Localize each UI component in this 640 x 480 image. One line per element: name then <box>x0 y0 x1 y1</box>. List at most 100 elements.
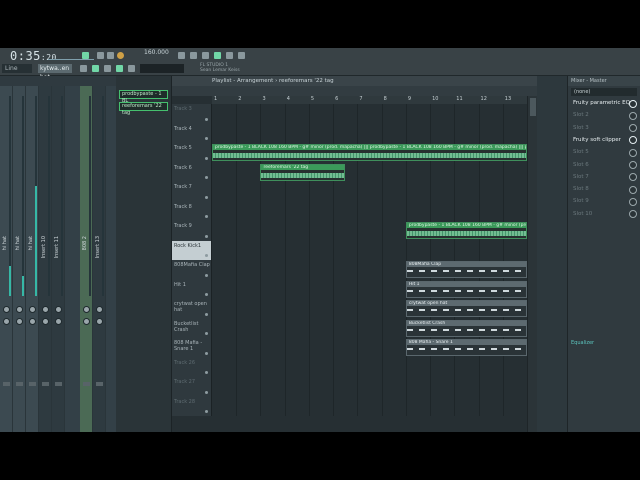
track-mute-icon[interactable] <box>205 332 208 335</box>
route-button[interactable] <box>55 382 62 386</box>
track-header[interactable]: Track 3 <box>172 104 212 124</box>
track-mute-icon[interactable] <box>205 156 208 160</box>
scroll-thumb[interactable] <box>530 98 536 116</box>
step-edit-icon[interactable] <box>226 52 233 59</box>
track-lane[interactable] <box>212 182 527 202</box>
track-header[interactable]: 808 Mafia - Snare 1 <box>172 338 212 358</box>
mix-level-knob[interactable] <box>629 185 637 194</box>
pan-knob[interactable] <box>96 306 103 313</box>
pan-knob[interactable] <box>83 306 90 313</box>
fx-slot[interactable]: Fruity soft clipper <box>570 135 639 146</box>
track-header[interactable]: Track 7 <box>172 182 212 202</box>
track-mute-icon[interactable] <box>205 137 208 140</box>
track-header[interactable]: Track 8 <box>172 201 212 221</box>
pattern-clip[interactable]: 808 Mafia - Snare 1 <box>405 339 527 356</box>
route-button[interactable] <box>29 382 36 386</box>
stop-icon[interactable] <box>107 52 114 59</box>
pan-knob[interactable] <box>16 306 23 313</box>
track-mute-icon[interactable] <box>205 176 208 179</box>
stereo-knob[interactable] <box>3 318 10 325</box>
track-mute-icon[interactable] <box>205 273 208 277</box>
stereo-knob[interactable] <box>55 318 62 325</box>
blend-icon[interactable] <box>238 52 245 59</box>
snap-selector[interactable]: Line <box>2 64 32 73</box>
mixer-strip[interactable]: Insert 13 <box>93 86 106 432</box>
track-mute-icon[interactable] <box>205 351 208 355</box>
mixer-strip[interactable]: 808 2 <box>80 86 93 432</box>
wait-icon[interactable] <box>202 52 209 59</box>
loop-record-icon[interactable] <box>214 52 221 59</box>
stereo-knob[interactable] <box>42 318 49 325</box>
fx-slot[interactable]: Slot 2 <box>570 110 639 121</box>
pan-knob[interactable] <box>29 306 36 313</box>
track-lane[interactable]: crytwat open hat <box>212 299 527 319</box>
track-mute-icon[interactable] <box>205 215 208 218</box>
channel-rack-view-icon[interactable] <box>116 65 123 72</box>
route-button[interactable] <box>42 382 49 386</box>
metronome-icon[interactable] <box>178 52 185 59</box>
stereo-knob[interactable] <box>16 318 23 325</box>
fx-slot[interactable]: Slot 9 <box>570 196 639 207</box>
track-mute-icon[interactable] <box>205 371 208 374</box>
track-mute-icon[interactable] <box>205 254 208 257</box>
track-header[interactable]: Hit 1 <box>172 279 212 299</box>
fx-slot[interactable]: Slot 8 <box>570 184 639 195</box>
stereo-knob[interactable] <box>29 318 36 325</box>
track-mute-icon[interactable] <box>205 312 208 316</box>
mix-level-knob[interactable] <box>629 148 637 157</box>
playlist-title-bar[interactable]: Playlist - Arrangement › reeforemars '22… <box>172 76 538 86</box>
track-lane[interactable] <box>212 357 527 377</box>
track-mute-icon[interactable] <box>205 195 208 199</box>
track-header[interactable]: Track 9 <box>172 221 212 241</box>
pan-knob[interactable] <box>3 306 10 313</box>
track-lane[interactable]: 808Mafia Clap <box>212 260 527 280</box>
playlist-current-pattern[interactable]: reeforemars '22 tag <box>279 78 334 84</box>
mix-level-knob[interactable] <box>629 111 637 120</box>
track-header[interactable]: crytwat open hat <box>172 299 212 319</box>
pattern-clip[interactable]: crytwat open hat <box>405 300 527 317</box>
route-button[interactable] <box>3 382 10 386</box>
fx-slot[interactable]: Slot 6 <box>570 160 639 171</box>
pan-knob[interactable] <box>55 306 62 313</box>
stereo-knob[interactable] <box>96 318 103 325</box>
track-header[interactable]: Track 26 <box>172 357 212 377</box>
track-lane[interactable]: Bucketlist Crash <box>212 318 527 338</box>
mixer-view-icon[interactable] <box>80 65 87 72</box>
audio-clip[interactable]: prodbypaste - 1 BLACK 108 160 BPM - g# m… <box>405 222 527 239</box>
mixer-strip[interactable]: Insert 10 <box>39 86 52 432</box>
mix-level-knob[interactable] <box>629 99 637 108</box>
track-lane[interactable]: reeforemars '22 tag <box>212 162 527 182</box>
fx-slot[interactable]: Slot 10 <box>570 209 639 220</box>
track-mute-icon[interactable] <box>205 390 208 394</box>
fx-slot[interactable]: Slot 7 <box>570 172 639 183</box>
track-header[interactable]: Track 27 <box>172 377 212 397</box>
track-header[interactable]: 808Mafia Clap <box>172 260 212 280</box>
fx-slot[interactable]: Slot 3 <box>570 123 639 134</box>
pattern-clip[interactable]: 808Mafia Clap <box>405 261 527 278</box>
mix-level-knob[interactable] <box>629 173 637 182</box>
mix-level-knob[interactable] <box>629 124 637 133</box>
mix-level-knob[interactable] <box>629 136 637 145</box>
track-lane[interactable]: Hit 1 <box>212 279 527 299</box>
track-header[interactable]: Track 28 <box>172 396 212 416</box>
track-lane[interactable] <box>212 396 527 416</box>
pattern-mode-icon[interactable] <box>82 52 89 59</box>
track-mute-icon[interactable] <box>205 234 208 238</box>
track-lane[interactable] <box>212 201 527 221</box>
tempo-display[interactable]: 160.000 <box>144 49 169 56</box>
browser-view-icon[interactable] <box>128 65 135 72</box>
track-header[interactable]: Track 4 <box>172 123 212 143</box>
track-lane[interactable]: prodbypaste - 1 BLACK 108 160 BPM - g# m… <box>212 143 527 163</box>
mixer-strip[interactable]: Insert 11 <box>52 86 65 432</box>
equalizer-label[interactable]: Equalizer <box>571 340 594 346</box>
hint-channel-label[interactable]: kytwa..en hat <box>38 64 72 81</box>
playlist-view-icon[interactable] <box>92 65 99 72</box>
mixer-strip[interactable]: hi hat <box>0 86 13 432</box>
track-header[interactable]: Rock Kick1 <box>172 240 212 260</box>
track-lane[interactable]: 808 Mafia - Snare 1 <box>212 338 527 358</box>
pan-knob[interactable] <box>42 306 49 313</box>
fx-slot[interactable]: Slot 5 <box>570 147 639 158</box>
track-header[interactable]: Track 5 <box>172 143 212 163</box>
route-button[interactable] <box>83 382 90 386</box>
rack-clip-1[interactable]: prodbypaste - 1 BL <box>119 90 168 104</box>
